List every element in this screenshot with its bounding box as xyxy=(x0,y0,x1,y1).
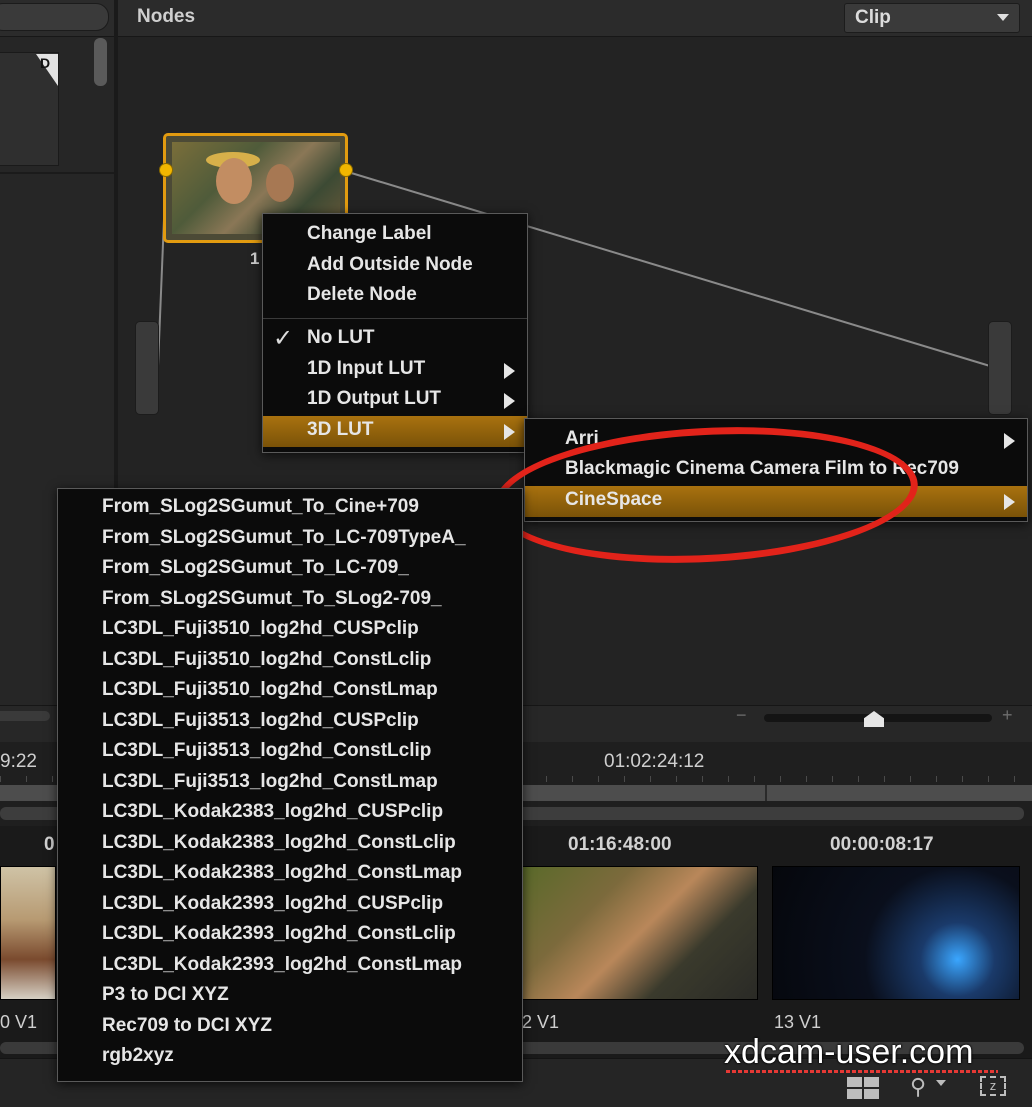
menu-item-1d-output-lut[interactable]: 1D Output LUT xyxy=(263,385,527,416)
menu-item-label: 1D Input LUT xyxy=(307,358,426,379)
lut-list-item[interactable]: LC3DL_Fuji3513_log2hd_ConstLclip xyxy=(102,740,431,762)
chevron-down-icon[interactable] xyxy=(936,1080,946,1086)
clip-timecode: 01:16:48:00 xyxy=(568,834,672,855)
menu-item-label: Delete Node xyxy=(307,284,417,305)
node-number-label: 1 xyxy=(250,249,260,268)
grid-view-icon[interactable] xyxy=(847,1077,879,1099)
lut-list-item[interactable]: LC3DL_Kodak2383_log2hd_ConstLmap xyxy=(102,862,462,884)
clip-timecode: 0 xyxy=(44,834,55,855)
fit-icon[interactable]: z xyxy=(980,1076,1006,1096)
clip-track-label: 2 V1 xyxy=(522,1012,560,1032)
lut-list-item[interactable]: LC3DL_Kodak2383_log2hd_ConstLclip xyxy=(102,832,456,854)
thumbnail-detail xyxy=(266,164,294,202)
search-icon[interactable]: ⚲ xyxy=(910,1074,926,1100)
menu-item-no-lut[interactable]: ✓ No LUT xyxy=(263,324,527,355)
menu-item-change-label[interactable]: Change Label xyxy=(263,220,527,251)
menu-item-label: 3D LUT xyxy=(307,419,374,440)
menu-item-1d-input-lut[interactable]: 1D Input LUT xyxy=(263,355,527,386)
clip-thumbnail[interactable] xyxy=(522,866,758,1000)
watermark: xdcam-user.com xyxy=(724,1033,974,1071)
thumbnail-detail xyxy=(216,158,252,204)
spellcheck-underline xyxy=(726,1070,998,1073)
zoom-in-button[interactable]: + xyxy=(1002,705,1013,726)
lut-list-item[interactable]: LC3DL_Fuji3513_log2hd_ConstLmap xyxy=(102,771,438,793)
clip-track-label: 0 V1 xyxy=(0,1012,38,1032)
lut-list-item[interactable]: From_SLog2SGumut_To_Cine+709 xyxy=(102,496,419,518)
submenu-arrow-icon xyxy=(1004,494,1015,510)
lut-list-item[interactable]: P3 to DCI XYZ xyxy=(102,984,229,1006)
lut-list-item[interactable]: rgb2xyz xyxy=(102,1045,174,1067)
menu-item-label: 1D Output LUT xyxy=(307,388,442,409)
zoom-out-button[interactable]: − xyxy=(736,705,747,726)
menu-item-add-outside-node[interactable]: Add Outside Node xyxy=(263,251,527,282)
lut-list-item[interactable]: From_SLog2SGumut_To_LC-709_ xyxy=(102,557,409,579)
clip-boundary xyxy=(765,785,767,801)
lut-list-item[interactable]: LC3DL_Fuji3510_log2hd_ConstLmap xyxy=(102,679,438,701)
lut-list-item[interactable]: LC3DL_Kodak2393_log2hd_ConstLmap xyxy=(102,954,462,976)
check-icon: ✓ xyxy=(273,325,294,352)
menu-item-label: Change Label xyxy=(307,223,432,244)
menu-item-label: Add Outside Node xyxy=(307,254,473,275)
menu-separator xyxy=(263,318,527,319)
cinespace-lut-list: From_SLog2SGumut_To_Cine+709 From_SLog2SG… xyxy=(57,488,523,1082)
lut-list-item[interactable]: From_SLog2SGumut_To_LC-709TypeA_ xyxy=(102,527,466,549)
menu-item-delete-node[interactable]: Delete Node xyxy=(263,281,527,312)
node-input-port[interactable] xyxy=(159,163,173,177)
clip-timecode: 00:00:08:17 xyxy=(830,834,934,855)
lut-list-item[interactable]: LC3DL_Fuji3513_log2hd_CUSPclip xyxy=(102,710,419,732)
source-input-handle[interactable] xyxy=(135,321,159,415)
menu-item-label: No LUT xyxy=(307,327,375,348)
clip-track-label: 13 V1 xyxy=(774,1012,822,1032)
lut-list-item[interactable]: LC3DL_Fuji3510_log2hd_ConstLclip xyxy=(102,649,431,671)
lut-list-item[interactable]: LC3DL_Kodak2393_log2hd_ConstLclip xyxy=(102,923,456,945)
submenu-arrow-icon xyxy=(504,363,515,379)
timeline-timecode: 9:22 xyxy=(0,751,37,772)
lut-list-item[interactable]: LC3DL_Kodak2383_log2hd_CUSPclip xyxy=(102,801,443,823)
lut-list-item[interactable]: Rec709 to DCI XYZ xyxy=(102,1015,272,1037)
submenu-arrow-icon xyxy=(504,424,515,440)
node-context-menu: Change Label Add Outside Node Delete Nod… xyxy=(262,213,528,453)
left-scroll-strip[interactable] xyxy=(0,711,50,721)
submenu-arrow-icon xyxy=(1004,433,1015,449)
timeline-timecode: 01:02:24:12 xyxy=(604,751,705,772)
output-handle[interactable] xyxy=(988,321,1012,415)
node-output-port[interactable] xyxy=(339,163,353,177)
lut-list-item[interactable]: From_SLog2SGumut_To_SLog2-709_ xyxy=(102,588,442,610)
clip-thumbnail[interactable] xyxy=(0,866,56,1000)
lut-list-item[interactable]: LC3DL_Kodak2393_log2hd_CUSPclip xyxy=(102,893,443,915)
submenu-arrow-icon xyxy=(504,393,515,409)
menu-item-3d-lut[interactable]: 3D LUT xyxy=(263,416,527,447)
lut-list-item[interactable]: LC3DL_Fuji3510_log2hd_CUSPclip xyxy=(102,618,419,640)
clip-thumbnail[interactable] xyxy=(772,866,1020,1000)
